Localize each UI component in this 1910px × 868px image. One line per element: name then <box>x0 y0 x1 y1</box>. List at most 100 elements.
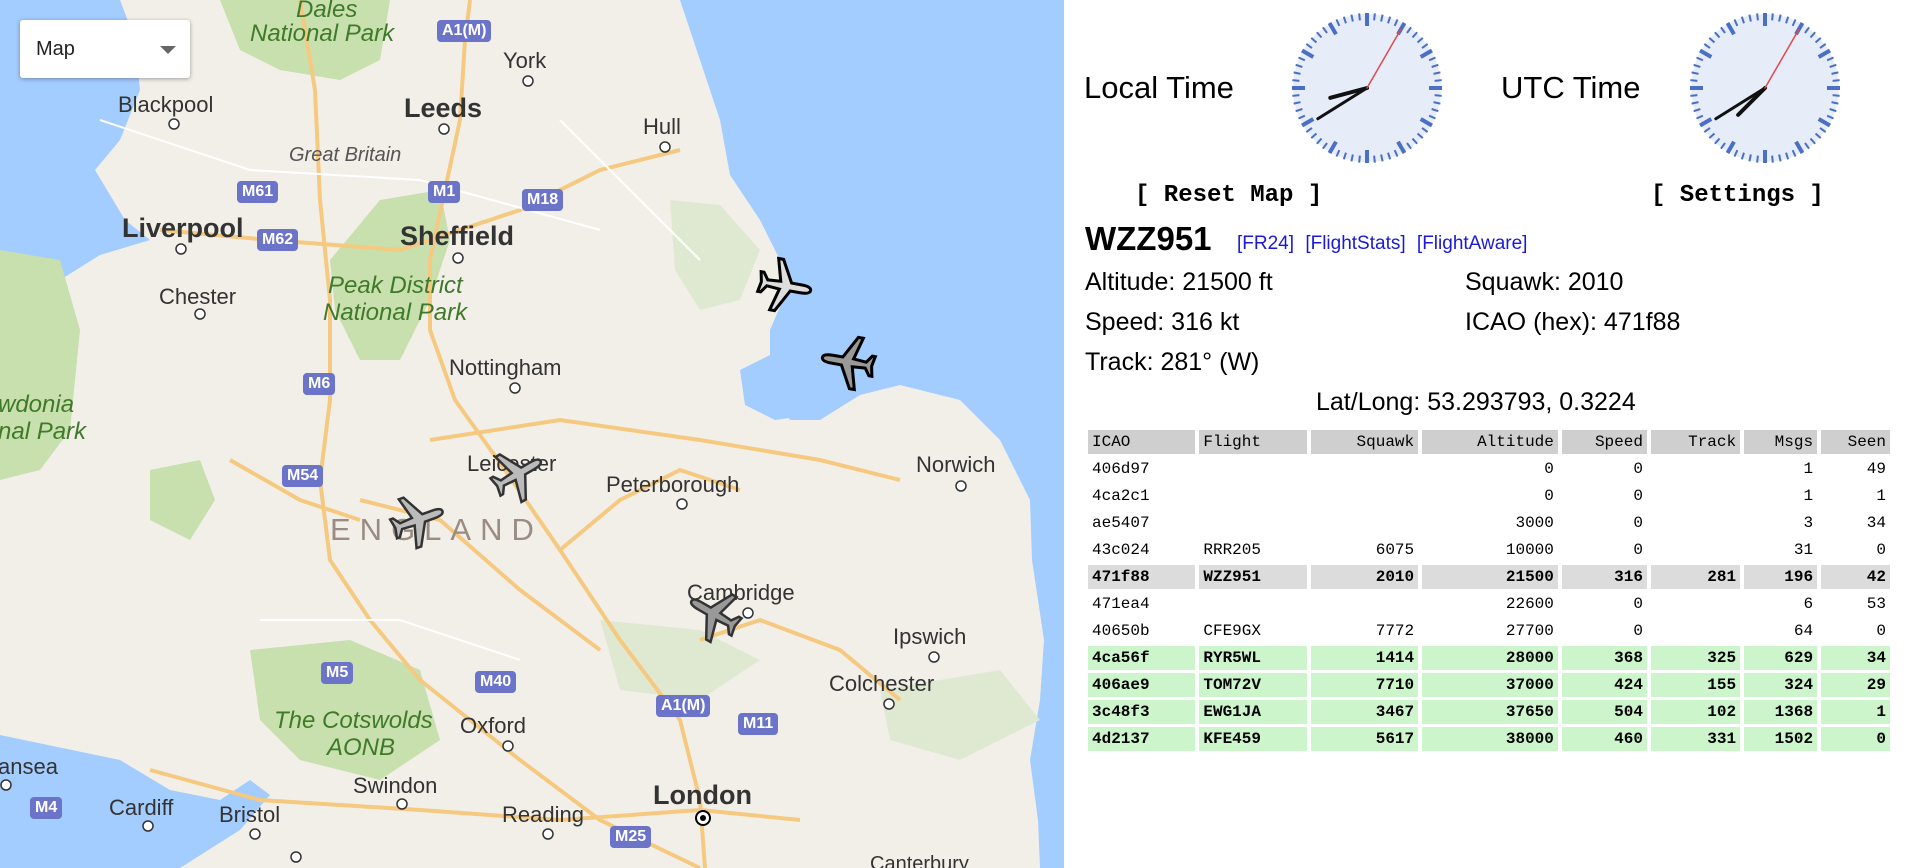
table-cell-speed: 460 <box>1561 727 1647 751</box>
table-cell-flight: WZZ951 <box>1199 565 1307 589</box>
table-cell-msgs: 1 <box>1803 487 1814 505</box>
selected-flight-id: WZZ951 <box>1085 220 1212 257</box>
table-cell-msgs: 629 <box>1744 646 1818 670</box>
table-cell-altitude: 10000 <box>1505 541 1554 559</box>
local-clock <box>1292 13 1442 163</box>
table-cell-altitude: 37650 <box>1422 700 1558 724</box>
table-cell-icao: 4ca56f <box>1088 646 1196 670</box>
road-shield-m5: M5 <box>321 662 354 684</box>
table-cell-seen: 42 <box>1821 565 1890 589</box>
table-cell-track: 155 <box>1650 673 1741 697</box>
table-cell-icao: 43c024 <box>1092 541 1150 559</box>
table-row[interactable]: 406ae9 TOM72V 7710 37000 424 155 324 29 <box>1088 673 1890 697</box>
road-shield-m61: M61 <box>237 181 279 203</box>
table-row[interactable]: 3c48f3 EWG1JA 3467 37650 504 102 1368 1 <box>1088 700 1890 724</box>
table-cell-msgs: 3 <box>1803 514 1814 532</box>
table-row[interactable]: 43c024 RRR205 6075 10000 0 31 0 <box>1088 538 1890 562</box>
table-cell-msgs: 6 <box>1803 595 1814 613</box>
table-cell-flight <box>1199 511 1306 535</box>
col-msgs[interactable]: Msgs <box>1744 430 1818 454</box>
table-row[interactable]: 4d2137 KFE459 5617 38000 460 331 1502 0 <box>1088 727 1890 751</box>
table-cell-icao: 471f88 <box>1088 565 1196 589</box>
map-type-select[interactable]: Map <box>20 20 190 78</box>
road-shield-m62: M62 <box>257 229 299 251</box>
table-cell-altitude: 0 <box>1544 487 1554 505</box>
table-cell-track <box>1651 592 1740 616</box>
settings-button[interactable]: [ Settings ] <box>1651 182 1824 209</box>
table-cell-flight: CFE9GX <box>1203 622 1261 640</box>
table-cell-squawk: 6075 <box>1375 541 1415 559</box>
road-shield-m54: M54 <box>282 465 324 487</box>
table-row[interactable]: ae5407 3000 0 3 34 <box>1088 511 1890 535</box>
utc-time-label: UTC Time <box>1501 70 1641 105</box>
col-flight[interactable]: Flight <box>1199 430 1307 454</box>
road-shield-m40: M40 <box>475 671 517 693</box>
flightaware-link[interactable]: [FlightAware] <box>1417 233 1528 254</box>
fr24-link[interactable]: [FR24] <box>1237 233 1294 254</box>
table-cell-track: 102 <box>1650 700 1741 724</box>
table-cell-squawk <box>1311 484 1418 508</box>
table-cell-track <box>1651 538 1740 562</box>
table-cell-seen: 0 <box>1876 541 1886 559</box>
table-cell-icao: 406ae9 <box>1088 673 1196 697</box>
table-cell-icao: 406d97 <box>1092 460 1150 478</box>
table-cell-track: 281 <box>1650 565 1741 589</box>
table-cell-track: 331 <box>1650 727 1741 751</box>
road-shield-m18: M18 <box>522 189 564 211</box>
road-shield-m1: M1 <box>428 181 461 203</box>
table-cell-altitude: 27700 <box>1505 622 1554 640</box>
table-header-row: ICAO Flight Squawk Altitude Speed Track … <box>1088 430 1890 454</box>
local-time-label: Local Time <box>1084 70 1234 105</box>
table-cell-speed: 368 <box>1561 646 1647 670</box>
road-shield-m25: M25 <box>610 826 652 848</box>
table-cell-msgs: 324 <box>1744 673 1818 697</box>
col-icao[interactable]: ICAO <box>1088 430 1196 454</box>
table-cell-altitude: 3000 <box>1515 514 1554 532</box>
squawk-value: Squawk: 2010 <box>1465 268 1624 296</box>
flightstats-link[interactable]: [FlightStats] <box>1305 233 1405 254</box>
flight-links: [FR24] [FlightStats] [FlightAware] <box>1237 233 1533 255</box>
table-cell-seen: 34 <box>1866 514 1886 532</box>
road-shield-a1m: A1(M) <box>437 20 492 42</box>
table-cell-flight <box>1199 484 1306 508</box>
icao-value: ICAO (hex): 471f88 <box>1465 308 1681 336</box>
table-cell-track <box>1651 457 1740 481</box>
table-cell-altitude: 22600 <box>1505 595 1554 613</box>
aircraft-table: ICAO Flight Squawk Altitude Speed Track … <box>1084 427 1894 754</box>
table-cell-msgs: 1368 <box>1744 700 1818 724</box>
road-shield-a1m-south: A1(M) <box>656 695 711 717</box>
col-squawk[interactable]: Squawk <box>1310 430 1419 454</box>
table-row[interactable]: 406d97 0 0 1 49 <box>1088 457 1890 481</box>
col-track[interactable]: Track <box>1650 430 1741 454</box>
table-cell-altitude: 28000 <box>1422 646 1558 670</box>
table-cell-seen: 0 <box>1876 622 1886 640</box>
utc-clock <box>1690 13 1840 163</box>
table-cell-icao: 3c48f3 <box>1088 700 1196 724</box>
table-row[interactable]: 471ea4 22600 0 6 53 <box>1088 592 1890 616</box>
map-canvas[interactable]: Dales National Park York Blackpool Leeds… <box>0 0 1064 868</box>
table-row[interactable]: 4ca2c1 0 0 1 1 <box>1088 484 1890 508</box>
table-cell-speed: 0 <box>1633 487 1643 505</box>
col-altitude[interactable]: Altitude <box>1422 430 1558 454</box>
table-cell-flight: EWG1JA <box>1199 700 1307 724</box>
reset-map-button[interactable]: [ Reset Map ] <box>1135 182 1322 209</box>
table-row[interactable]: 4ca56f RYR5WL 1414 28000 368 325 629 34 <box>1088 646 1890 670</box>
table-cell-squawk: 7772 <box>1375 622 1415 640</box>
road-shield-m6: M6 <box>303 373 336 395</box>
table-cell-track: 325 <box>1650 646 1741 670</box>
table-cell-flight <box>1199 457 1306 481</box>
table-row[interactable]: 40650b CFE9GX 7772 27700 0 64 0 <box>1088 619 1890 643</box>
table-cell-speed: 0 <box>1633 595 1643 613</box>
table-cell-speed: 424 <box>1561 673 1647 697</box>
table-cell-icao: ae5407 <box>1092 514 1150 532</box>
table-row[interactable]: 471f88 WZZ951 2010 21500 316 281 196 42 <box>1088 565 1890 589</box>
table-cell-squawk: 7710 <box>1310 673 1419 697</box>
col-speed[interactable]: Speed <box>1561 430 1647 454</box>
table-cell-seen: 29 <box>1821 673 1890 697</box>
col-seen[interactable]: Seen <box>1821 430 1890 454</box>
table-cell-flight: RRR205 <box>1203 541 1261 559</box>
table-cell-speed: 0 <box>1633 460 1643 478</box>
table-cell-squawk: 2010 <box>1310 565 1419 589</box>
table-cell-msgs: 31 <box>1793 541 1814 559</box>
table-cell-altitude: 21500 <box>1422 565 1558 589</box>
